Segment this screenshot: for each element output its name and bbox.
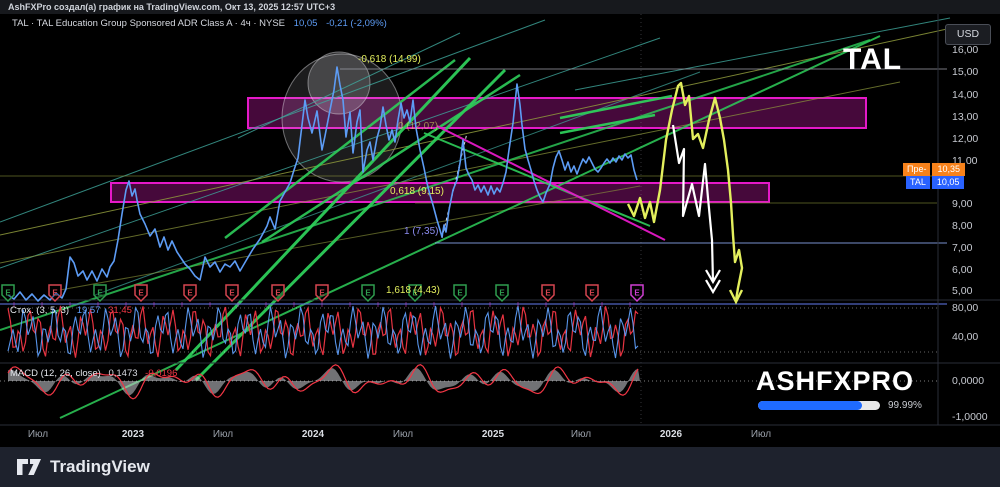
price-axis-tick: 16,00 [952,44,979,56]
currency-button[interactable]: USD [945,24,991,45]
fib-label-1618[interactable]: 1,618 (4,43) [386,285,440,296]
svg-text:E: E [319,289,325,298]
svg-text:E: E [275,289,281,298]
time-axis[interactable]: Июл 2023 Июл 2024 Июл 2025 Июл 2026 Июл [0,426,1000,447]
earnings-badge-icon[interactable]: E [225,284,239,303]
stoch-value-d: 31,45 [108,305,132,316]
macd-signal-value: -0,0196 [145,368,178,379]
footer-bar: TradingView [0,447,1000,487]
trend-line[interactable] [59,35,881,419]
premarket-prefix: Пре- [903,163,931,176]
price-axis-tick: 6,00 [952,264,973,276]
price-axis-tick: 14,00 [952,89,979,101]
earnings-badge-icon[interactable]: E [495,284,509,303]
time-axis-label: Июл [570,429,592,440]
svg-text:E: E [187,289,193,298]
symbol-watermark: TAL [843,43,903,76]
earnings-badge-icon[interactable]: E [271,284,285,303]
time-axis-label: 2025 [481,429,505,440]
last-price-axis-value: 10,05 [931,176,965,189]
svg-text:E: E [634,289,640,298]
svg-text:E: E [52,289,58,298]
svg-text:E: E [365,289,371,298]
price-axis-tick: 5,00 [952,285,973,297]
symbol-description[interactable]: TAL · TAL Education Group Sponsored ADR … [12,18,285,29]
trend-line[interactable] [0,28,948,236]
time-axis-label: 2023 [121,429,145,440]
svg-text:E: E [5,289,11,298]
fib-label-0618[interactable]: 0,618 (9,15) [390,186,444,197]
brand-progress-bar [758,401,880,410]
macd-legend-row: MACD (12, 26, close) 0,1473 -0,0196 [10,368,177,379]
brand-watermark: ASHFXPRO [756,366,915,396]
price-axis-tick: 15,00 [952,66,979,78]
time-axis-label: 2026 [659,429,683,440]
fib-label-n0618[interactable]: -0,618 (14,99) [358,54,421,65]
macd-label[interactable]: MACD (12, 26, close) [10,368,101,379]
svg-text:E: E [499,289,505,298]
stoch-value-k: 19,57 [76,305,101,316]
svg-text:E: E [545,289,551,298]
stoch-legend-row: Стох. (3, 5, 3) 19,57 31,45 [10,305,132,316]
earnings-badge-icon[interactable]: E [453,284,467,303]
price-axis-tick: 9,00 [952,198,973,210]
svg-text:E: E [589,289,595,298]
price-axis-tick: 7,00 [952,242,973,254]
price-axis-tick: 12,00 [952,133,979,145]
tradingview-chart-window: AshFXPro создал(а) график на TradingView… [0,0,1000,487]
time-axis-label: Июл [750,429,772,440]
earnings-badge-icon[interactable]: E [585,284,599,303]
last-price-prefix: TAL [906,176,930,189]
price-change-value: -0,21 (-2,09%) [326,18,387,29]
earnings-badge-icon[interactable]: E [183,284,197,303]
premarket-price-label: Пре- 10,35 [903,163,966,176]
stoch-label[interactable]: Стох. (3, 5, 3) [10,305,69,316]
svg-text:E: E [138,289,144,298]
earnings-badge-icon[interactable]: E [541,284,555,303]
price-axis-tick: 0,0000 [952,375,985,387]
tradingview-logo-icon [17,459,41,475]
fib-label-0[interactable]: 0 (12,07) [398,121,438,132]
price-axis-tick: 40,00 [952,331,979,343]
symbol-title-row: TAL · TAL Education Group Sponsored ADR … [12,18,387,29]
svg-text:E: E [97,289,103,298]
last-price-label: TAL 10,05 [906,176,965,189]
earnings-badge-icon[interactable]: E [361,284,375,303]
time-axis-label: Июл [212,429,234,440]
fib-label-1[interactable]: 1 (7,35) [404,226,438,237]
price-axis-tick: 13,00 [952,111,979,123]
price-axis-tick: 8,00 [952,220,973,232]
price-axis-tick: 80,00 [952,302,979,314]
macd-value: 0,1473 [108,368,138,379]
attribution-text: AshFXPro создал(а) график на TradingView… [8,2,336,12]
time-axis-label: Июл [27,429,49,440]
tradingview-logo[interactable]: TradingView [16,457,150,477]
price-axis-tick: -1,0000 [952,411,988,423]
time-axis-label: Июл [392,429,414,440]
brand-progress-fill [758,401,862,410]
brand-percent: 99.99% [888,400,922,411]
svg-text:E: E [229,289,235,298]
time-axis-label: 2024 [301,429,325,440]
premarket-value: 10,35 [932,163,966,176]
earnings-badge-icon[interactable]: E [134,284,148,303]
svg-text:E: E [457,289,463,298]
price-axis[interactable]: USD 16,00 15,00 14,00 13,00 12,00 11,00 9,00 8,… [938,14,1000,447]
tradingview-logo-text: TradingView [50,457,150,476]
last-price-value: 10,05 [293,18,318,29]
attribution-bar: AshFXPro создал(а) график на TradingView… [0,0,1000,14]
